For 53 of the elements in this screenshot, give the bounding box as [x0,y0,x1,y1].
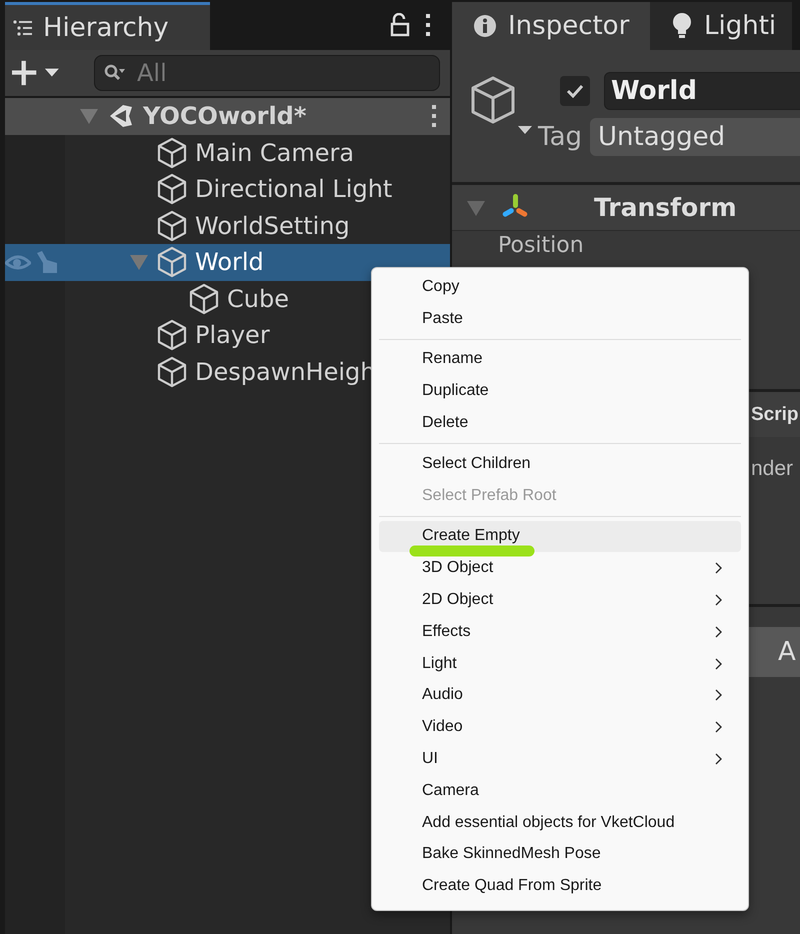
menu-item[interactable]: Light [379,648,741,680]
tag-dropdown[interactable]: Untagged [590,118,800,156]
menu-item[interactable]: Create Quad From Sprite [379,870,741,902]
cube-icon [157,173,187,206]
lightbulb-icon [672,13,692,39]
tree-item-label: Main Camera [195,138,354,167]
list-icon [13,20,33,36]
cube-icon [157,356,187,388]
menu-item[interactable]: UI [379,743,741,775]
tree-item-label: DespawnHeigh [195,358,376,386]
menu-item[interactable]: Video [379,711,741,744]
cube-icon [157,319,187,352]
chevron-icon [715,721,723,734]
component-header[interactable]: Transform [452,185,800,231]
menu-item[interactable]: Bake SkinnedMesh Pose [379,838,741,870]
name-field[interactable]: World [604,72,800,110]
cube-icon [189,282,219,315]
tree-item-label: Directional Light [195,175,392,204]
menu-item[interactable]: Add essential objects for VketCloud [379,806,741,839]
menu-item[interactable]: Effects [379,616,741,648]
more-icon[interactable] [424,13,432,37]
menu-item[interactable]: 2D Object [379,584,741,616]
search-icon [104,64,126,82]
checkmark-icon [566,84,584,98]
field-label: nder [751,457,794,480]
active-checkbox[interactable] [560,76,590,106]
menu-item[interactable]: Audio [379,680,741,712]
tree-item-label: Player [195,321,270,350]
tree-item-label: World [195,248,264,276]
chevron-icon [715,562,723,574]
tag-label: Tag [538,122,582,152]
chevron-icon [715,594,723,606]
chevron-icon [715,658,723,670]
lock-icon[interactable] [390,13,410,37]
chevron-icon [715,753,723,766]
chevron-icon [715,626,723,638]
tree-item-label: YOCOworld* [143,102,306,130]
hierarchy-tab[interactable]: Hierarchy [5,2,210,50]
cube-icon [157,246,187,278]
tree-item-label: Cube [227,284,289,313]
cube-icon [157,136,187,169]
cube-icon [157,210,187,242]
tree-item-label: WorldSetting [195,212,350,240]
menu-item[interactable]: 3D Object [379,552,741,584]
search-field[interactable]: All [94,55,440,91]
field-label: Position [498,233,584,258]
chevron-icon [715,689,723,702]
menu-item[interactable]: Delete [379,407,741,439]
inspector-tab[interactable]: Lighti [650,2,792,50]
inspector-tab[interactable]: Inspector [452,2,650,50]
menu-item[interactable]: Select Children [379,448,741,480]
info-icon [474,15,496,37]
menu-item[interactable]: Camera [379,774,741,807]
